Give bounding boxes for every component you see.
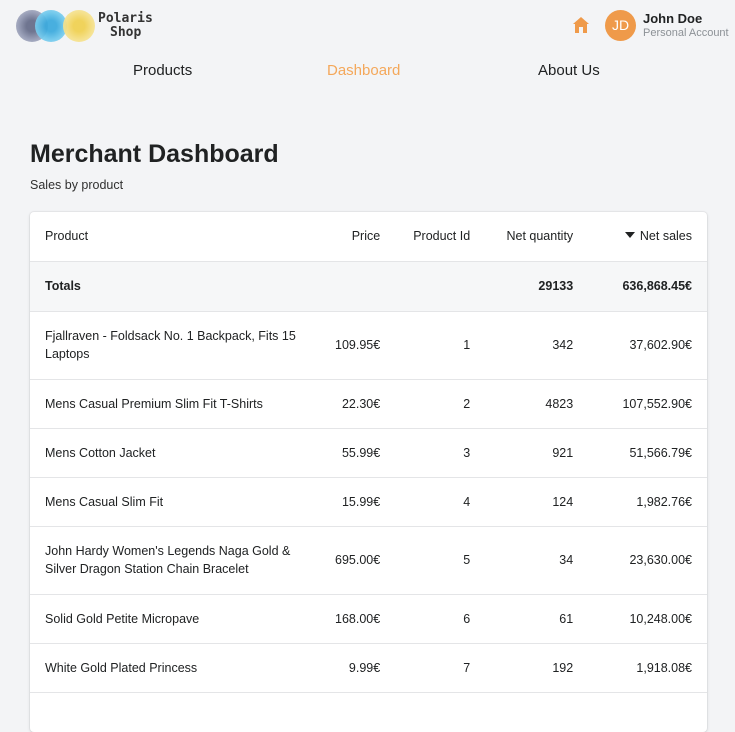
- home-icon[interactable]: [571, 15, 591, 35]
- cell-product: Solid Gold Petite Micropave: [30, 594, 320, 644]
- page-subtitle: Sales by product: [30, 178, 124, 192]
- cell-net-sales: 1,918.08€: [588, 643, 707, 693]
- cell-product-id: 1: [395, 311, 486, 380]
- cell-product-id: 3: [395, 428, 486, 478]
- table-row[interactable]: Solid Gold Petite Micropave 168.00€ 6 61…: [30, 594, 707, 644]
- nav-about-us[interactable]: About Us: [538, 62, 600, 79]
- table-row[interactable]: Fjallraven - Foldsack No. 1 Backpack, Fi…: [30, 311, 707, 380]
- cell-price: 55.99€: [320, 428, 396, 478]
- cell-net-sales: 51,566.79€: [588, 428, 707, 478]
- user-role: Personal Account: [643, 27, 729, 39]
- cell-product: White Gold Plated Princess: [30, 643, 320, 693]
- cell-net-quantity: 921: [485, 428, 589, 478]
- top-bar: Polaris Shop JD John Doe Personal Accoun…: [0, 0, 735, 52]
- cell-net-quantity: 192: [485, 643, 589, 693]
- cell-net-quantity: 124: [485, 477, 589, 527]
- nav-dashboard[interactable]: Dashboard: [327, 62, 400, 79]
- totals-row: Totals 29133 636,868.45€: [30, 261, 707, 312]
- cell-price: 695.00€: [320, 526, 396, 595]
- cell-price: 168.00€: [320, 594, 396, 644]
- cell-product: John Hardy Women's Legends Naga Gold & S…: [30, 526, 320, 595]
- cell-product-id: 6: [395, 594, 486, 644]
- column-header-product[interactable]: Product: [30, 212, 320, 262]
- brand-line2: Shop: [110, 25, 142, 40]
- logo-circle-yellow: [63, 10, 95, 42]
- column-header-net-sales[interactable]: Net sales: [588, 212, 707, 262]
- cell-product: Mens Casual Premium Slim Fit T-Shirts: [30, 379, 320, 429]
- cell-price: 109.95€: [320, 311, 396, 380]
- sort-descending-icon: [624, 232, 635, 239]
- sales-table: Product Price Product Id Net quantity Ne…: [30, 212, 707, 693]
- cell-net-quantity: 34: [485, 526, 589, 595]
- cell-net-sales: 10,248.00€: [588, 594, 707, 644]
- column-header-net-quantity[interactable]: Net quantity: [485, 212, 589, 262]
- brand-name: Polaris Shop: [98, 12, 153, 40]
- polaris-shop-logo[interactable]: Polaris Shop: [16, 8, 161, 44]
- sales-table-card: Product Price Product Id Net quantity Ne…: [30, 212, 707, 732]
- cell-net-quantity: 342: [485, 311, 589, 380]
- brand-line1: Polaris: [98, 11, 153, 26]
- page-title: Merchant Dashboard: [30, 140, 279, 168]
- cell-product-id: 5: [395, 526, 486, 595]
- table-row[interactable]: White Gold Plated Princess 9.99€ 7 192 1…: [30, 643, 707, 693]
- totals-label: Totals: [30, 261, 320, 312]
- table-row[interactable]: John Hardy Women's Legends Naga Gold & S…: [30, 526, 707, 595]
- cell-price: 9.99€: [320, 643, 396, 693]
- cell-net-sales: 107,552.90€: [588, 379, 707, 429]
- totals-net-sales: 636,868.45€: [588, 261, 707, 312]
- nav-products[interactable]: Products: [133, 62, 192, 79]
- cell-product: Mens Cotton Jacket: [30, 428, 320, 478]
- cell-product-id: 7: [395, 643, 486, 693]
- cell-net-sales: 23,630.00€: [588, 526, 707, 595]
- table-row[interactable]: Mens Casual Premium Slim Fit T-Shirts 22…: [30, 379, 707, 429]
- column-header-product-id[interactable]: Product Id: [395, 212, 486, 262]
- user-name[interactable]: John Doe: [643, 11, 702, 26]
- cell-price: 22.30€: [320, 379, 396, 429]
- cell-product-id: 4: [395, 477, 486, 527]
- totals-net-quantity: 29133: [485, 261, 589, 312]
- cell-product: Fjallraven - Foldsack No. 1 Backpack, Fi…: [30, 311, 320, 380]
- cell-price: 15.99€: [320, 477, 396, 527]
- cell-net-sales: 37,602.90€: [588, 311, 707, 380]
- cell-net-quantity: 4823: [485, 379, 589, 429]
- table-row[interactable]: Mens Cotton Jacket 55.99€ 3 921 51,566.7…: [30, 428, 707, 478]
- totals-price: [320, 261, 396, 312]
- cell-product-id: 2: [395, 379, 486, 429]
- cell-net-quantity: 61: [485, 594, 589, 644]
- table-row[interactable]: Mens Casual Slim Fit 15.99€ 4 124 1,982.…: [30, 477, 707, 527]
- totals-id: [395, 261, 486, 312]
- cell-net-sales: 1,982.76€: [588, 477, 707, 527]
- cell-product: Mens Casual Slim Fit: [30, 477, 320, 527]
- net-sales-label: Net sales: [639, 229, 692, 244]
- table-header-row: Product Price Product Id Net quantity Ne…: [30, 212, 707, 262]
- column-header-price[interactable]: Price: [320, 212, 396, 262]
- avatar[interactable]: JD: [605, 10, 636, 41]
